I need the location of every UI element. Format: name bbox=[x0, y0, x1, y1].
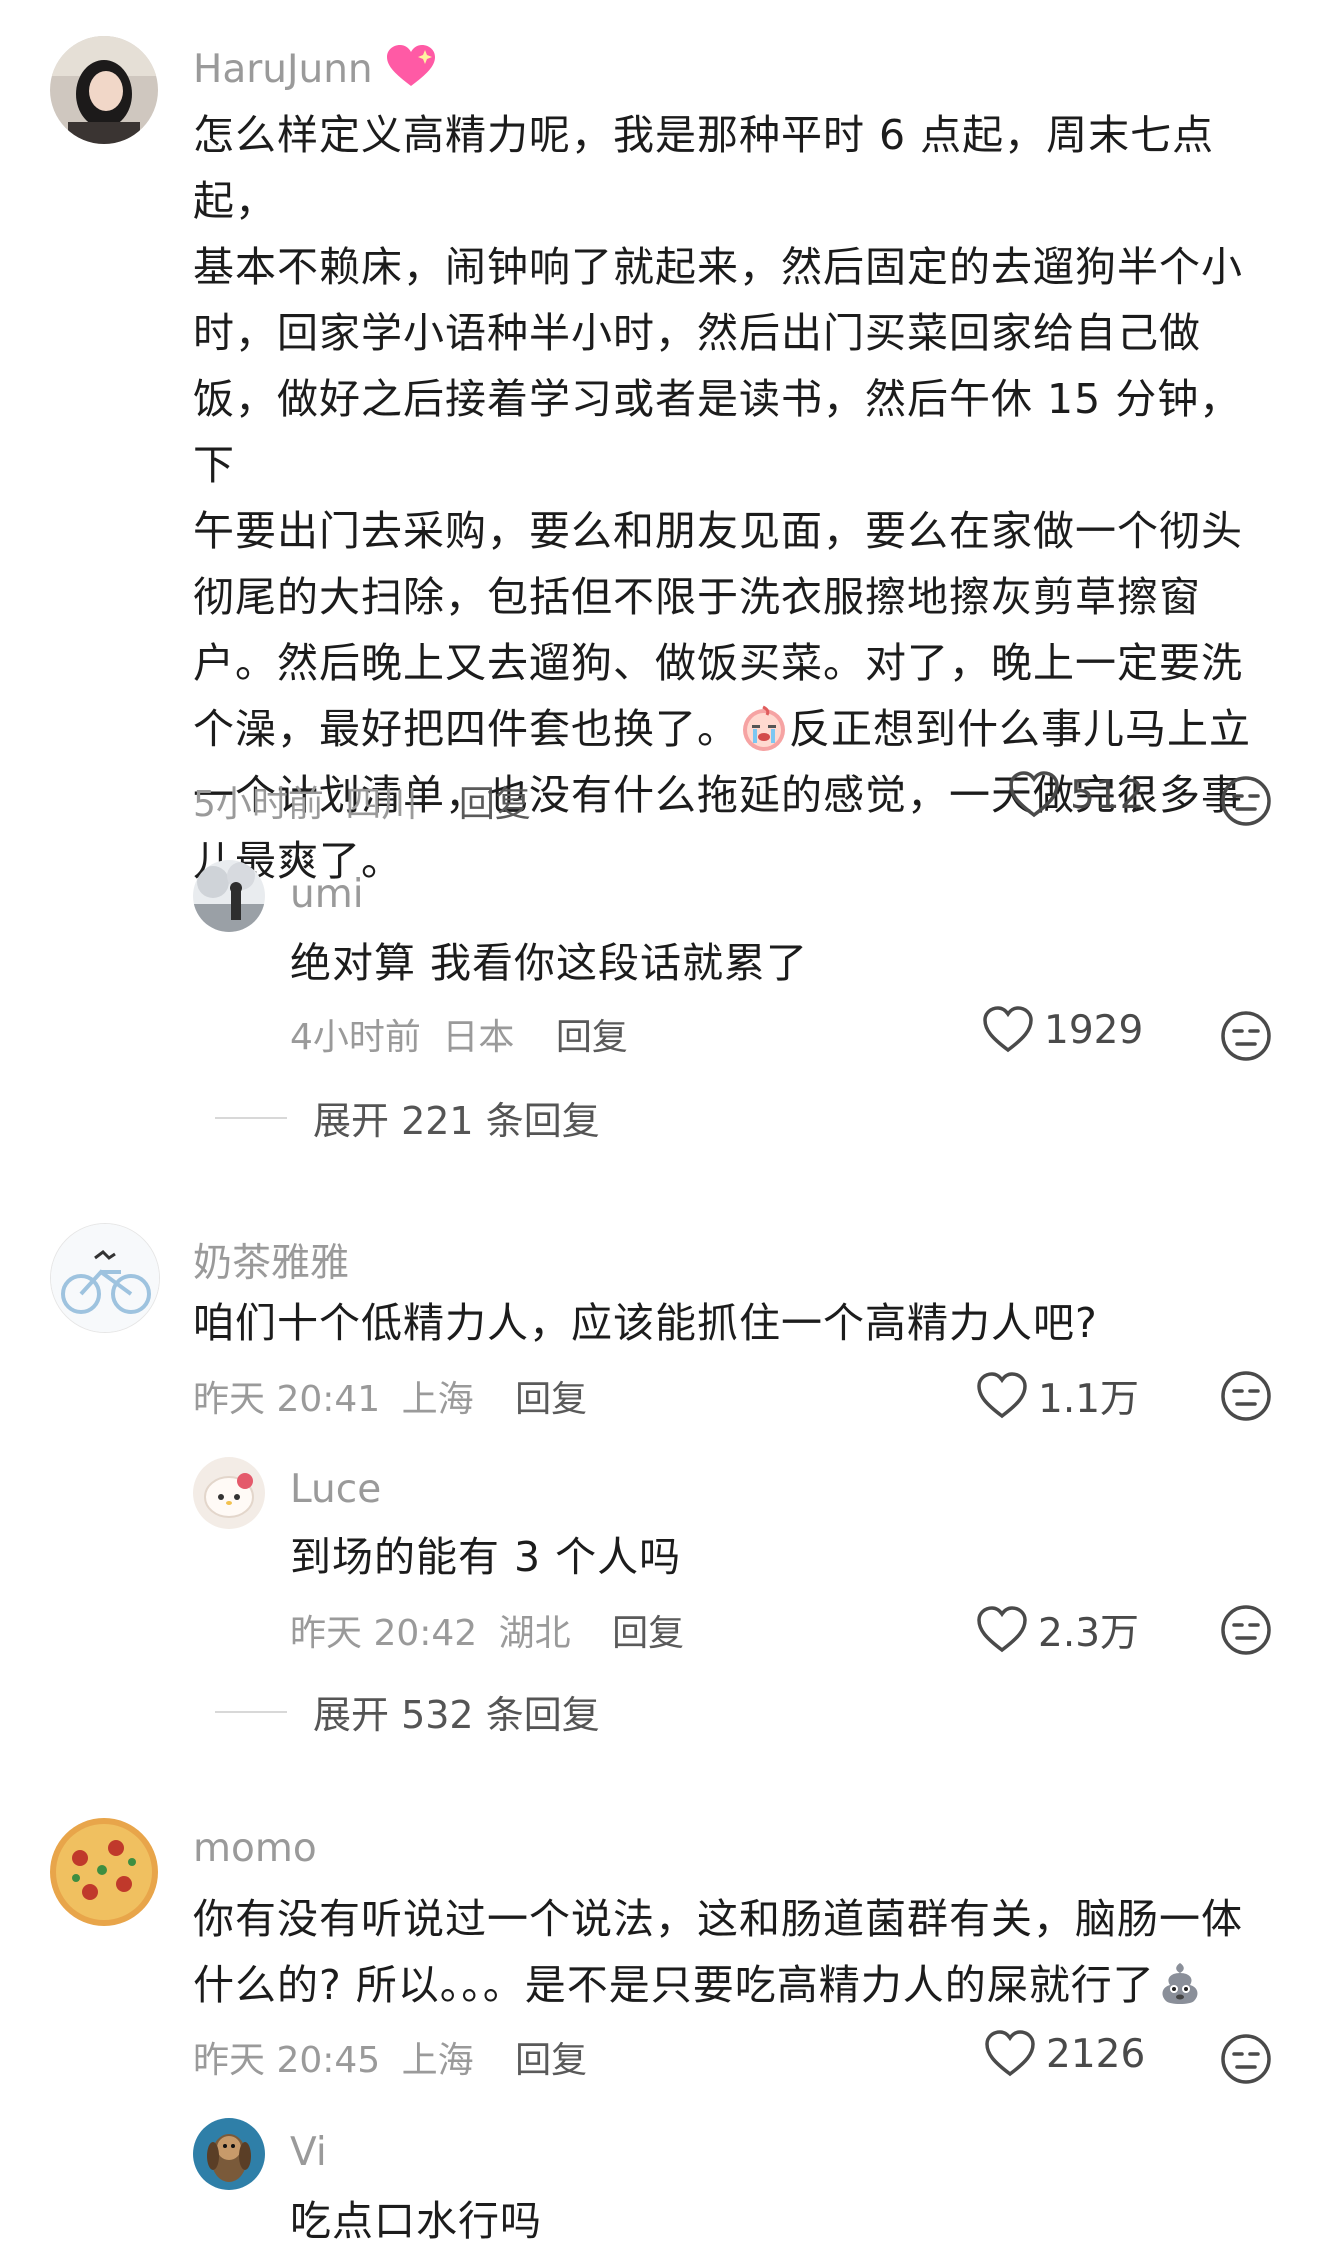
comment-text: 咱们十个低精力人，应该能抓住一个高精力人吧? bbox=[193, 1299, 1098, 1347]
timestamp: 昨天 20:41 bbox=[193, 1379, 381, 1420]
unamused-face-icon[interactable] bbox=[1220, 2033, 1272, 2085]
text-line: 什么的? 所以。。。是不是只要吃高精力人的屎就行了 bbox=[193, 1952, 1293, 2018]
text-line: 饭，做好之后接着学习或者是读书，然后午休 15 分钟，下 bbox=[193, 375, 1242, 489]
text-line: 怎么样定义高精力呢，我是那种平时 6 点起，周末七点起， bbox=[193, 111, 1215, 225]
text-line: 彻尾的大扫除，包括但不限于洗衣服擦地擦灰剪草擦窗 bbox=[193, 573, 1201, 621]
reply-button[interactable]: 回复 bbox=[515, 2040, 587, 2081]
text-segment: 反正想到什么事儿马上立 bbox=[789, 705, 1251, 753]
like-button[interactable]: 1929 bbox=[982, 1006, 1143, 1054]
location: 湖北 bbox=[498, 1613, 571, 1654]
crying-face-emoji-icon bbox=[743, 705, 785, 751]
like-count: 1.1万 bbox=[1038, 1377, 1140, 1422]
avatar[interactable] bbox=[193, 1457, 265, 1529]
like-button[interactable]: 2.3万 bbox=[976, 1602, 1139, 1658]
unamused-face-icon[interactable] bbox=[1220, 775, 1272, 827]
poop-emoji-icon bbox=[1162, 1963, 1198, 2004]
comment-meta: 昨天 20:41 上海 回复 bbox=[193, 1370, 587, 1422]
expand-replies-button[interactable]: 展开 221 条回复 bbox=[215, 1090, 600, 1145]
avatar[interactable] bbox=[50, 1223, 160, 1333]
username[interactable]: HaruJunn bbox=[193, 44, 437, 92]
expand-replies-label[interactable]: 展开 221 条回复 bbox=[313, 1090, 600, 1145]
expand-replies-button[interactable]: 展开 532 条回复 bbox=[215, 1684, 600, 1739]
avatar[interactable] bbox=[193, 860, 265, 932]
text-line: 基本不赖床，闹钟响了就起来，然后固定的去遛狗半个小 bbox=[193, 243, 1243, 291]
like-button[interactable]: 2126 bbox=[984, 2030, 1145, 2078]
heart-outline-icon bbox=[983, 1006, 1033, 1053]
avatar[interactable] bbox=[193, 2118, 265, 2190]
heart-outline-icon bbox=[977, 1606, 1027, 1653]
comment-text: 绝对算 我看你这段话就累了 bbox=[290, 939, 809, 987]
divider bbox=[215, 1710, 287, 1713]
reply-button[interactable]: 回复 bbox=[556, 1017, 628, 1058]
reply-button[interactable]: 回复 bbox=[459, 784, 531, 825]
reply-button[interactable]: 回复 bbox=[515, 1379, 587, 1420]
like-button[interactable]: 1.1万 bbox=[976, 1368, 1139, 1424]
text-line: 时，回家学小语种半小时，然后出门买菜回家给自己做 bbox=[193, 309, 1201, 357]
text-segment: 什么的? 所以。。。是不是只要吃高精力人的屎就行了 bbox=[193, 1961, 1155, 2009]
text-line: 户。然后晚上又去遛狗、做饭买菜。对了，晚上一定要洗 bbox=[193, 639, 1243, 687]
timestamp: 昨天 20:45 bbox=[193, 2040, 381, 2081]
reply-button[interactable]: 回复 bbox=[612, 1613, 684, 1654]
location: 日本 bbox=[442, 1017, 515, 1058]
comment-meta: 4小时前 日本 回复 bbox=[290, 1008, 628, 1060]
comment-meta: 昨天 20:45 上海 回复 bbox=[193, 2031, 587, 2083]
comment-meta: 5小时前 四川 回复 bbox=[193, 775, 531, 827]
sparkling-heart-emoji-icon bbox=[387, 45, 436, 86]
username[interactable]: momo bbox=[193, 1826, 317, 1871]
username[interactable]: umi bbox=[290, 872, 364, 917]
username-text[interactable]: HaruJunn bbox=[193, 47, 373, 92]
text-line: 午要出门去采购，要么和朋友见面，要么在家做一个彻头 bbox=[193, 507, 1243, 555]
heart-outline-icon bbox=[1009, 771, 1059, 818]
like-count: 2126 bbox=[1046, 2031, 1146, 2077]
comment-text: 到场的能有 3 个人吗 bbox=[290, 1533, 682, 1581]
unamused-face-icon[interactable] bbox=[1220, 1010, 1272, 1062]
unamused-face-icon[interactable] bbox=[1220, 1604, 1272, 1656]
username[interactable]: Vi bbox=[290, 2130, 327, 2175]
text-segment: 个澡，最好把四件套也换了。 bbox=[193, 705, 739, 753]
username[interactable]: Luce bbox=[290, 1467, 381, 1512]
comment-meta: 昨天 20:42 湖北 回复 bbox=[290, 1604, 684, 1656]
like-count: 1929 bbox=[1044, 1007, 1144, 1053]
text-line: 你有没有听说过一个说法，这和肠道菌群有关，脑肠一体 bbox=[193, 1895, 1243, 1943]
like-count: 512 bbox=[1070, 772, 1145, 818]
avatar[interactable] bbox=[50, 36, 158, 144]
expand-replies-label[interactable]: 展开 532 条回复 bbox=[313, 1684, 600, 1739]
location: 上海 bbox=[401, 1379, 474, 1420]
location: 上海 bbox=[401, 2040, 474, 2081]
timestamp: 昨天 20:42 bbox=[290, 1613, 478, 1654]
timestamp: 5小时前 bbox=[193, 784, 324, 825]
username[interactable]: 奶茶雅雅 bbox=[193, 1232, 349, 1288]
unamused-face-icon[interactable] bbox=[1220, 1370, 1272, 1422]
like-count: 2.3万 bbox=[1038, 1611, 1140, 1656]
comment-text: 你有没有听说过一个说法，这和肠道菌群有关，脑肠一体 什么的? 所以。。。是不是只… bbox=[193, 1886, 1293, 2018]
comment-text: 吃点口水行吗 bbox=[290, 2197, 542, 2245]
timestamp: 4小时前 bbox=[290, 1017, 421, 1058]
avatar[interactable] bbox=[50, 1818, 158, 1926]
heart-outline-icon bbox=[977, 1372, 1027, 1419]
divider bbox=[215, 1116, 287, 1119]
text-line: 个澡，最好把四件套也换了。 反正想到什么事儿马上立 bbox=[193, 696, 1273, 762]
heart-outline-icon bbox=[985, 2030, 1035, 2077]
location: 四川 bbox=[345, 784, 418, 825]
like-button[interactable]: 512 bbox=[1008, 771, 1144, 819]
